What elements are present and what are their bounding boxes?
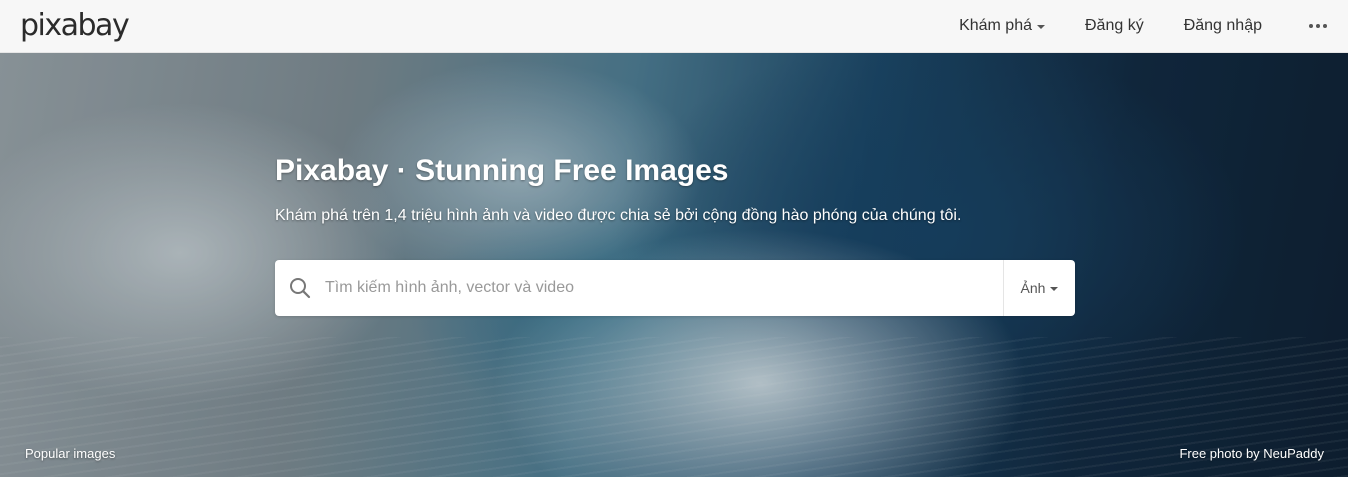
chevron-down-icon bbox=[1050, 287, 1059, 291]
search-icon[interactable] bbox=[275, 260, 325, 316]
media-type-dropdown[interactable]: Ảnh bbox=[1003, 260, 1075, 316]
pixabay-logo[interactable]: pixabay bbox=[20, 9, 130, 43]
search-bar: Ảnh bbox=[275, 260, 1075, 316]
explore-menu[interactable]: Khám phá bbox=[959, 0, 1045, 52]
login-link[interactable]: Đăng nhập bbox=[1184, 0, 1262, 52]
more-menu-button[interactable] bbox=[1300, 0, 1336, 52]
hero-title: Pixabay · Stunning Free Images bbox=[275, 154, 729, 187]
register-link[interactable]: Đăng ký bbox=[1085, 0, 1144, 52]
chevron-down-icon bbox=[1037, 25, 1045, 29]
top-navigation-bar: pixabay Khám phá Đăng ký Đăng nhập bbox=[0, 0, 1348, 53]
popular-images-link[interactable]: Popular images bbox=[25, 446, 115, 461]
hero-banner: Pixabay · Stunning Free Images Khám phá … bbox=[0, 53, 1348, 477]
media-type-selected: Ảnh bbox=[1020, 280, 1046, 296]
main-nav: Khám phá Đăng ký Đăng nhập bbox=[959, 0, 1348, 52]
photo-credit-link[interactable]: Free photo by NeuPaddy bbox=[1179, 446, 1324, 461]
explore-menu-label: Khám phá bbox=[959, 17, 1032, 34]
more-dots-icon bbox=[1309, 24, 1327, 28]
hero-subtitle: Khám phá trên 1,4 triệu hình ảnh và vide… bbox=[275, 207, 962, 224]
search-input[interactable] bbox=[325, 260, 1003, 316]
